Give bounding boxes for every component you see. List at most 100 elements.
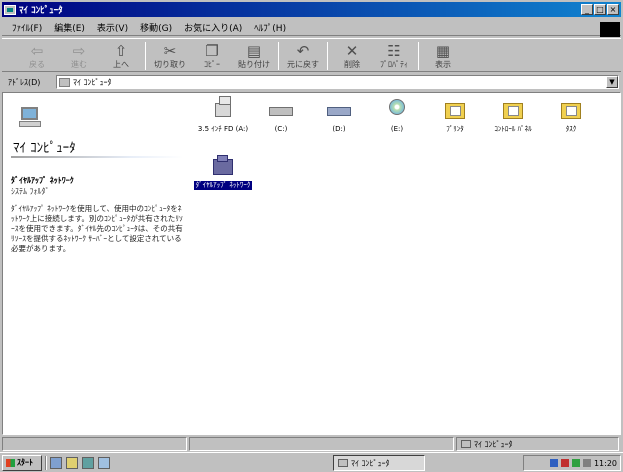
copy-button[interactable]: ❐ ｺﾋﾟｰ	[191, 42, 233, 70]
undo-button[interactable]: ↶ 元に戻す	[282, 42, 324, 70]
menu-go[interactable]: 移動(G)	[134, 21, 178, 34]
quick-launch	[50, 456, 110, 469]
toolbar-separator	[278, 42, 279, 70]
title-bar[interactable]: ﾏｲ ｺﾝﾋﾟｭｰﾀ _ □ ×	[2, 2, 621, 17]
control-panel-folder-icon	[499, 99, 527, 121]
status-location: ﾏｲ ｺﾝﾋﾟｭｰﾀ	[474, 439, 513, 449]
windows-logo-throbber	[600, 22, 620, 37]
pane-title: ﾏｲ ｺﾝﾋﾟｭｰﾀ	[13, 141, 76, 156]
my-computer-icon	[4, 4, 16, 15]
my-computer-icon	[461, 440, 471, 448]
chevron-down-icon[interactable]: ▼	[606, 76, 618, 88]
status-bar: ﾏｲ ｺﾝﾋﾟｭｰﾀ	[2, 437, 621, 451]
cd-drive-icon	[383, 99, 411, 121]
internet-explorer-icon[interactable]	[50, 456, 62, 469]
ime-pen-icon[interactable]	[549, 459, 558, 467]
up-folder-icon: ⇧	[114, 42, 128, 60]
close-button[interactable]: ×	[607, 4, 619, 15]
icon-label: ｺﾝﾄﾛｰﾙ ﾊﾟﾈﾙ	[494, 125, 532, 133]
my-computer-icon	[59, 77, 70, 87]
icon-dial-up-networking[interactable]: ﾀﾞｲﾔﾙｱｯﾌﾟ ﾈｯﾄﾜｰｸ	[193, 155, 253, 190]
icon-label: ﾀｽｸ	[565, 125, 577, 133]
channels-icon[interactable]	[98, 456, 110, 469]
icon-label: ﾀﾞｲﾔﾙｱｯﾌﾟ ﾈｯﾄﾜｰｸ	[193, 181, 253, 190]
back-button[interactable]: ⇦ 戻る	[16, 42, 58, 70]
icon-label: (D:)	[332, 125, 346, 133]
window-title: ﾏｲ ｺﾝﾋﾟｭｰﾀ	[19, 6, 63, 16]
icon-drive-d[interactable]: (D:)	[309, 99, 369, 134]
delete-x-icon: ✕	[345, 42, 359, 60]
menu-file[interactable]: ﾌｧｲﾙ(F)	[6, 21, 48, 34]
taskbar-button-my-computer[interactable]: ﾏｲ ｺﾝﾋﾟｭｰﾀ	[333, 455, 425, 471]
selected-item-type: ｼｽﾃﾑ ﾌｫﾙﾀﾞ	[11, 187, 50, 196]
paste-icon: ▤	[246, 42, 262, 60]
clock[interactable]: 11:20	[594, 459, 617, 468]
menu-help[interactable]: ﾍﾙﾌﾟ(H)	[248, 21, 292, 34]
selected-item-description: ﾀﾞｲﾔﾙｱｯﾌﾟ ﾈｯﾄﾜｰｸを使用して、使用中のｺﾝﾋﾟｭｰﾀをﾈｯﾄﾜｰｸ…	[11, 204, 183, 253]
icon-label: (C:)	[274, 125, 288, 133]
ime-status-icon[interactable]	[571, 459, 580, 467]
icon-label: 3.5 ｲﾝﾁ FD (A:)	[197, 125, 249, 133]
folder-view: ﾏｲ ｺﾝﾋﾟｭｰﾀ ﾀﾞｲﾔﾙｱｯﾌﾟ ﾈｯﾄﾜｰｸ ｼｽﾃﾑ ﾌｫﾙﾀﾞ ﾀ…	[2, 92, 621, 435]
start-button[interactable]: ｽﾀｰﾄ	[2, 454, 42, 471]
delete-button[interactable]: ✕ 削除	[331, 42, 373, 70]
volume-icon[interactable]	[582, 459, 591, 467]
scissors-icon: ✂	[163, 42, 177, 60]
web-view-info-pane: ﾏｲ ｺﾝﾋﾟｭｰﾀ ﾀﾞｲﾔﾙｱｯﾌﾟ ﾈｯﾄﾜｰｸ ｼｽﾃﾑ ﾌｫﾙﾀﾞ ﾀ…	[3, 93, 188, 434]
standard-toolbar: ⇦ 戻る ⇨ 進む ⇧ 上へ ✂ 切り取り ❐ ｺﾋﾟｰ ▤ 貼り付け ↶ 元に…	[2, 38, 621, 72]
ime-mode-icon[interactable]	[560, 459, 569, 467]
divider	[11, 156, 183, 158]
my-computer-icon	[338, 459, 348, 467]
properties-button[interactable]: ☷ ﾌﾟﾛﾊﾟﾃｨ	[373, 42, 415, 70]
address-label: ｱﾄﾞﾚｽ(D)	[8, 77, 41, 87]
maximize-button[interactable]: □	[594, 4, 606, 15]
taskbar: ｽﾀｰﾄ ﾏｲ ｺﾝﾋﾟｭｰﾀ 11:20	[0, 452, 623, 472]
address-bar: ｱﾄﾞﾚｽ(D) ﾏｲ ｺﾝﾋﾟｭｰﾀ ▼	[2, 74, 621, 90]
minimize-button[interactable]: _	[581, 4, 593, 15]
icon-drive-c[interactable]: (C:)	[251, 99, 311, 134]
icon-grid: 3.5 ｲﾝﾁ FD (A:) (C:) (D:) (E:) ﾌﾟﾘﾝﾀ ｺﾝﾄ…	[191, 93, 616, 434]
hard-drive-icon	[267, 99, 295, 121]
icon-scheduled-tasks[interactable]: ﾀｽｸ	[541, 99, 601, 134]
menu-favorites[interactable]: お気に入り(A)	[178, 21, 248, 34]
explorer-window: ﾏｲ ｺﾝﾋﾟｭｰﾀ _ □ × ﾌｧｲﾙ(F) 編集(E) 表示(V) 移動(…	[0, 0, 623, 452]
start-label: ｽﾀｰﾄ	[17, 458, 33, 467]
forward-button[interactable]: ⇨ 進む	[58, 42, 100, 70]
icon-printers[interactable]: ﾌﾟﾘﾝﾀ	[425, 99, 485, 134]
menu-view[interactable]: 表示(V)	[91, 21, 134, 34]
toolbar-separator	[418, 42, 419, 70]
icon-label: (E:)	[390, 125, 404, 133]
icon-drive-e[interactable]: (E:)	[367, 99, 427, 134]
up-button[interactable]: ⇧ 上へ	[100, 42, 142, 70]
address-input[interactable]: ﾏｲ ｺﾝﾋﾟｭｰﾀ ▼	[56, 75, 619, 89]
printers-folder-icon	[441, 99, 469, 121]
undo-icon: ↶	[296, 42, 310, 60]
cut-button[interactable]: ✂ 切り取り	[149, 42, 191, 70]
show-desktop-icon[interactable]	[82, 456, 94, 469]
forward-arrow-icon: ⇨	[72, 42, 86, 60]
status-cell	[2, 437, 187, 451]
status-cell	[189, 437, 454, 451]
selected-item-name: ﾀﾞｲﾔﾙｱｯﾌﾟ ﾈｯﾄﾜｰｸ	[11, 176, 74, 185]
toolbar-separator	[145, 42, 146, 70]
floppy-drive-icon	[209, 96, 237, 121]
menu-bar: ﾌｧｲﾙ(F) 編集(E) 表示(V) 移動(G) お気に入り(A) ﾍﾙﾌﾟ(…	[2, 20, 621, 36]
address-value: ﾏｲ ｺﾝﾋﾟｭｰﾀ	[73, 77, 112, 87]
taskbar-button-label: ﾏｲ ｺﾝﾋﾟｭｰﾀ	[351, 458, 390, 468]
hard-drive-icon	[325, 99, 353, 121]
my-computer-icon	[19, 107, 41, 129]
quicklaunch-separator	[45, 455, 47, 470]
icon-floppy-a[interactable]: 3.5 ｲﾝﾁ FD (A:)	[193, 96, 253, 134]
menu-edit[interactable]: 編集(E)	[48, 21, 91, 34]
icon-label: ﾌﾟﾘﾝﾀ	[446, 125, 464, 133]
dial-up-networking-icon	[209, 155, 237, 177]
paste-button[interactable]: ▤ 貼り付け	[233, 42, 275, 70]
copy-icon: ❐	[205, 42, 219, 60]
properties-icon: ☷	[387, 42, 401, 60]
views-button[interactable]: ▦ 表示	[422, 42, 464, 70]
outlook-express-icon[interactable]	[66, 456, 78, 469]
icon-control-panel[interactable]: ｺﾝﾄﾛｰﾙ ﾊﾟﾈﾙ	[483, 99, 543, 134]
toolbar-separator	[327, 42, 328, 70]
status-location-cell: ﾏｲ ｺﾝﾋﾟｭｰﾀ	[456, 437, 619, 451]
windows-flag-icon	[6, 458, 15, 467]
